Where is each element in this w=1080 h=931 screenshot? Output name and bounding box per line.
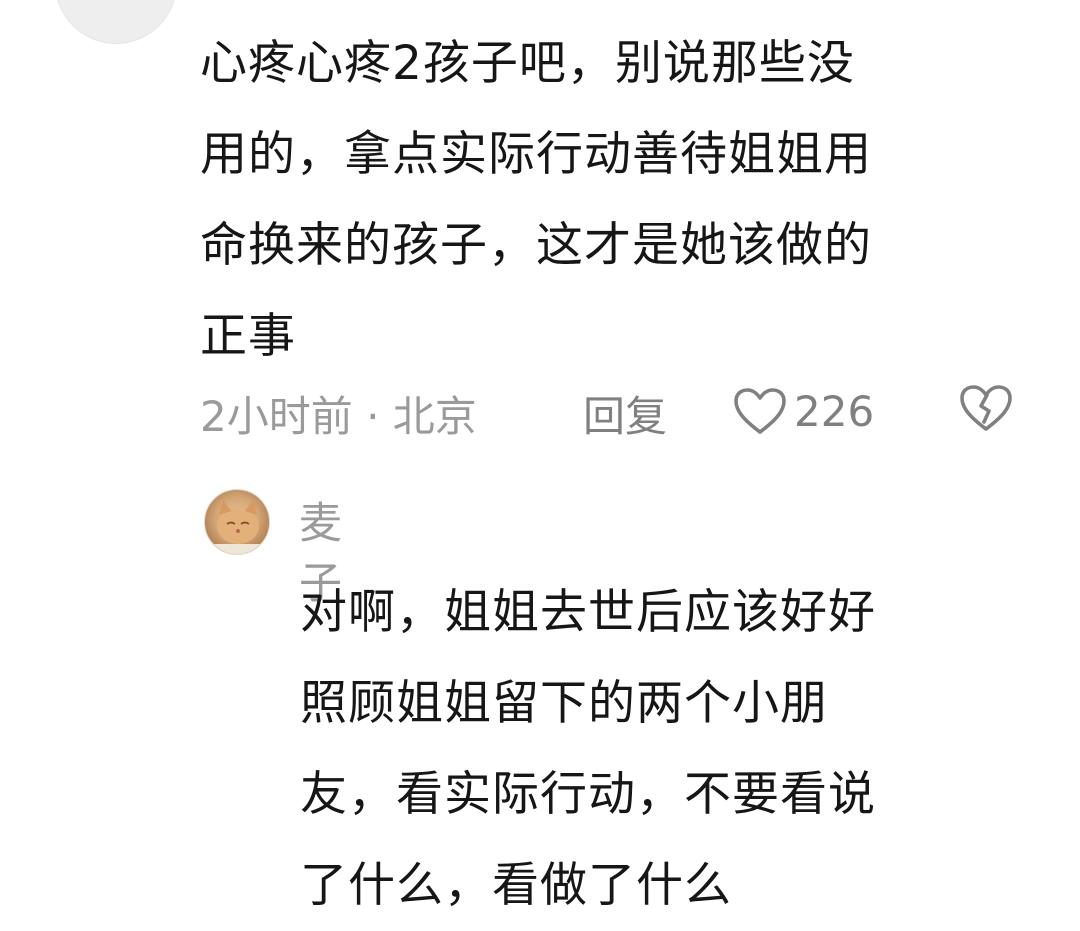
comment-body: 心疼心疼2孩子吧，别说那些没 用的，拿点实际行动善待姐姐用 命换来的孩子，这才是… — [200, 18, 1030, 382]
reply-line: 对啊，姐姐去世后应该好好 — [300, 585, 876, 640]
comment-meta: 2小时前 · 北京 回复 226 — [200, 378, 1030, 442]
broken-heart-icon[interactable] — [958, 382, 1014, 434]
like-button[interactable]: 226 — [732, 381, 874, 441]
comment-line: 用的，拿点实际行动善待姐姐用 — [200, 127, 872, 182]
reply-button[interactable]: 回复 — [583, 383, 667, 444]
comment-line: 命换来的孩子，这才是她该做的 — [200, 218, 872, 273]
reply-line: 了什么，看做了什么 — [300, 858, 732, 913]
comment-time-location: 2小时前 · 北京 — [200, 392, 477, 441]
reply-body: 对啊，姐姐去世后应该好好 照顾姐姐留下的两个小朋 友，看实际行动，不要看说 了什… — [300, 567, 1000, 931]
comment-line: 心疼心疼2孩子吧，别说那些没 — [200, 36, 855, 91]
commenter-avatar[interactable] — [55, 0, 177, 44]
heart-outline-icon — [734, 388, 786, 434]
cat-avatar-icon — [211, 500, 265, 554]
reply-line: 友，看实际行动，不要看说 — [300, 767, 876, 822]
reply-line: 照顾姐姐留下的两个小朋 — [300, 676, 828, 731]
like-count: 226 — [794, 386, 875, 436]
comment-line: 正事 — [200, 309, 296, 364]
reply-avatar[interactable] — [204, 489, 270, 555]
